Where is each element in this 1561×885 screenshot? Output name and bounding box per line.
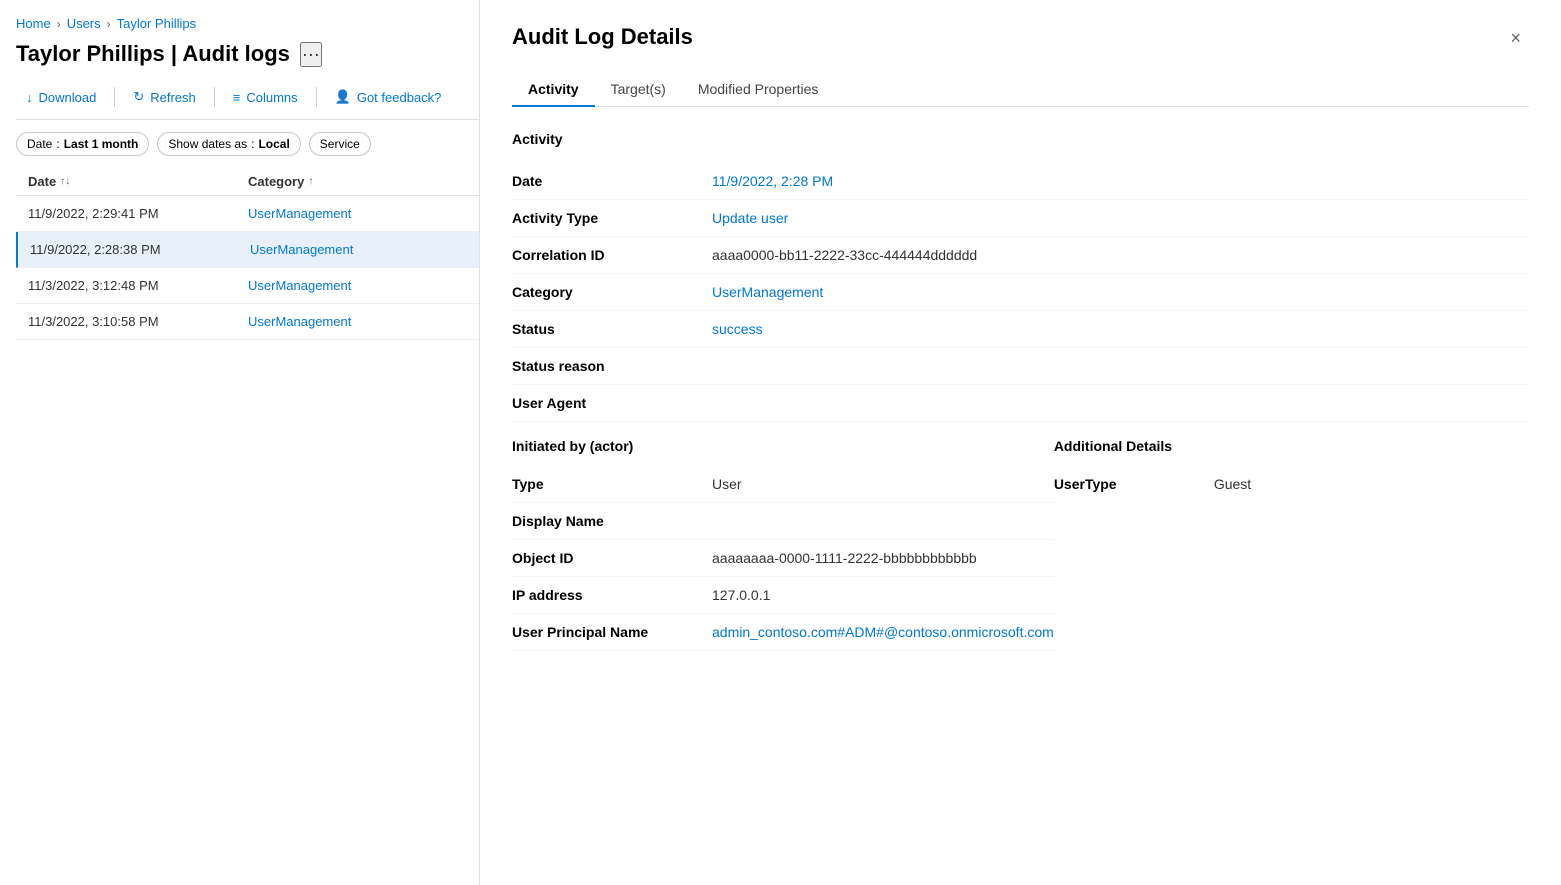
page-title: Taylor Phillips | Audit logs (16, 41, 290, 67)
user-agent-label: User Agent (512, 395, 712, 411)
audit-table: Date ↑↓ Category ↑ 11/9/2022, 2:29:41 PM… (16, 168, 479, 340)
status-reason-label: Status reason (512, 358, 712, 374)
row3-category: UserManagement (248, 278, 467, 293)
tab-modified-properties[interactable]: Modified Properties (682, 73, 835, 107)
panel-title: Audit Log Details (512, 24, 693, 50)
actor-object-id-value: aaaaaaaa-0000-1111-2222-bbbbbbbbbbbb (712, 550, 1054, 566)
actor-ip-value: 127.0.0.1 (712, 587, 1054, 603)
toolbar-divider2 (214, 87, 215, 107)
refresh-icon: ↻ (133, 89, 144, 105)
additional-section: Additional Details UserType Guest (1054, 438, 1529, 651)
user-agent-row: User Agent (512, 385, 1529, 422)
download-icon: ↓ (26, 90, 33, 105)
breadcrumb-sep2: › (107, 17, 111, 31)
page-title-row: Taylor Phillips | Audit logs ··· (16, 41, 479, 67)
usertype-label: UserType (1054, 476, 1214, 492)
status-label: Status (512, 321, 712, 337)
breadcrumb-user[interactable]: Taylor Phillips (117, 16, 196, 31)
status-reason-row: Status reason (512, 348, 1529, 385)
actor-type-label: Type (512, 476, 712, 492)
close-button[interactable]: × (1502, 24, 1529, 53)
columns-icon: ≡ (233, 90, 241, 105)
two-col-section: Initiated by (actor) Type User Display N… (512, 438, 1529, 651)
panel-header: Audit Log Details × (512, 24, 1529, 53)
actor-type-value: User (712, 476, 1054, 492)
actor-object-id-label: Object ID (512, 550, 712, 566)
toolbar-divider1 (114, 87, 115, 107)
detail-panel: Audit Log Details × Activity Target(s) M… (480, 0, 1561, 885)
tab-targets[interactable]: Target(s) (595, 73, 682, 107)
row4-date: 11/3/2022, 3:10:58 PM (28, 314, 248, 329)
additional-section-title: Additional Details (1054, 438, 1529, 454)
actor-section: Initiated by (actor) Type User Display N… (512, 438, 1054, 651)
correlation-id-row: Correlation ID aaaa0000-bb11-2222-33cc-4… (512, 237, 1529, 274)
show-dates-filter[interactable]: Show dates as : Local (157, 132, 300, 156)
row2-category: UserManagement (250, 242, 467, 257)
date-sort-icon: ↑↓ (60, 176, 70, 187)
breadcrumb-home[interactable]: Home (16, 16, 51, 31)
date-filter[interactable]: Date : Last 1 month (16, 132, 149, 156)
table-row[interactable]: 11/9/2022, 2:29:41 PM UserManagement (16, 196, 479, 232)
category-row: Category UserManagement (512, 274, 1529, 311)
status-value: success (712, 321, 1529, 337)
usertype-value: Guest (1214, 476, 1529, 492)
actor-object-id-row: Object ID aaaaaaaa-0000-1111-2222-bbbbbb… (512, 540, 1054, 577)
row1-date: 11/9/2022, 2:29:41 PM (28, 206, 248, 221)
correlation-id-label: Correlation ID (512, 247, 712, 263)
breadcrumb-users[interactable]: Users (67, 16, 101, 31)
actor-ip-row: IP address 127.0.0.1 (512, 577, 1054, 614)
status-row: Status success (512, 311, 1529, 348)
feedback-button[interactable]: 👤 Got feedback? (325, 83, 452, 111)
more-options-button[interactable]: ··· (300, 42, 322, 67)
actor-display-name-label: Display Name (512, 513, 712, 529)
category-field-value: UserManagement (712, 284, 1529, 300)
actor-upn-row: User Principal Name admin_contoso.com#AD… (512, 614, 1054, 651)
actor-display-name-row: Display Name (512, 503, 1054, 540)
date-row: Date 11/9/2022, 2:28 PM (512, 163, 1529, 200)
left-panel: Home › Users › Taylor Phillips Taylor Ph… (0, 0, 480, 885)
activity-type-label: Activity Type (512, 210, 712, 226)
table-row[interactable]: 11/9/2022, 2:28:38 PM UserManagement (16, 232, 479, 268)
date-column-header[interactable]: Date ↑↓ (28, 174, 248, 189)
breadcrumb-sep1: › (57, 17, 61, 31)
category-column-header[interactable]: Category ↑ (248, 174, 467, 189)
columns-button[interactable]: ≡ Columns (223, 84, 308, 111)
actor-upn-value: admin_contoso.com#ADM#@contoso.onmicroso… (712, 624, 1054, 640)
date-field-value: 11/9/2022, 2:28 PM (712, 173, 1529, 189)
activity-type-value: Update user (712, 210, 1529, 226)
breadcrumb: Home › Users › Taylor Phillips (16, 16, 479, 31)
row4-category: UserManagement (248, 314, 467, 329)
actor-upn-label: User Principal Name (512, 624, 712, 640)
filter-bar: Date : Last 1 month Show dates as : Loca… (16, 132, 479, 156)
usertype-row: UserType Guest (1054, 466, 1529, 502)
row1-category: UserManagement (248, 206, 467, 221)
activity-section-label: Activity (512, 131, 1529, 147)
toolbar: ↓ Download ↻ Refresh ≡ Columns 👤 Got fee… (16, 83, 479, 120)
row2-date: 11/9/2022, 2:28:38 PM (30, 242, 250, 257)
category-sort-icon: ↑ (308, 176, 313, 187)
actor-type-row: Type User (512, 466, 1054, 503)
refresh-button[interactable]: ↻ Refresh (123, 83, 205, 111)
activity-type-row: Activity Type Update user (512, 200, 1529, 237)
actor-section-title: Initiated by (actor) (512, 438, 1054, 454)
table-row[interactable]: 11/3/2022, 3:12:48 PM UserManagement (16, 268, 479, 304)
service-filter[interactable]: Service (309, 132, 371, 156)
download-button[interactable]: ↓ Download (16, 84, 106, 111)
table-header: Date ↑↓ Category ↑ (16, 168, 479, 196)
date-field-label: Date (512, 173, 712, 189)
row3-date: 11/3/2022, 3:12:48 PM (28, 278, 248, 293)
category-field-label: Category (512, 284, 712, 300)
actor-ip-label: IP address (512, 587, 712, 603)
detail-tabs: Activity Target(s) Modified Properties (512, 73, 1529, 107)
toolbar-divider3 (316, 87, 317, 107)
correlation-id-value: aaaa0000-bb11-2222-33cc-444444dddddd (712, 247, 1529, 263)
tab-activity[interactable]: Activity (512, 73, 595, 107)
feedback-icon: 👤 (335, 89, 351, 105)
table-row[interactable]: 11/3/2022, 3:10:58 PM UserManagement (16, 304, 479, 340)
